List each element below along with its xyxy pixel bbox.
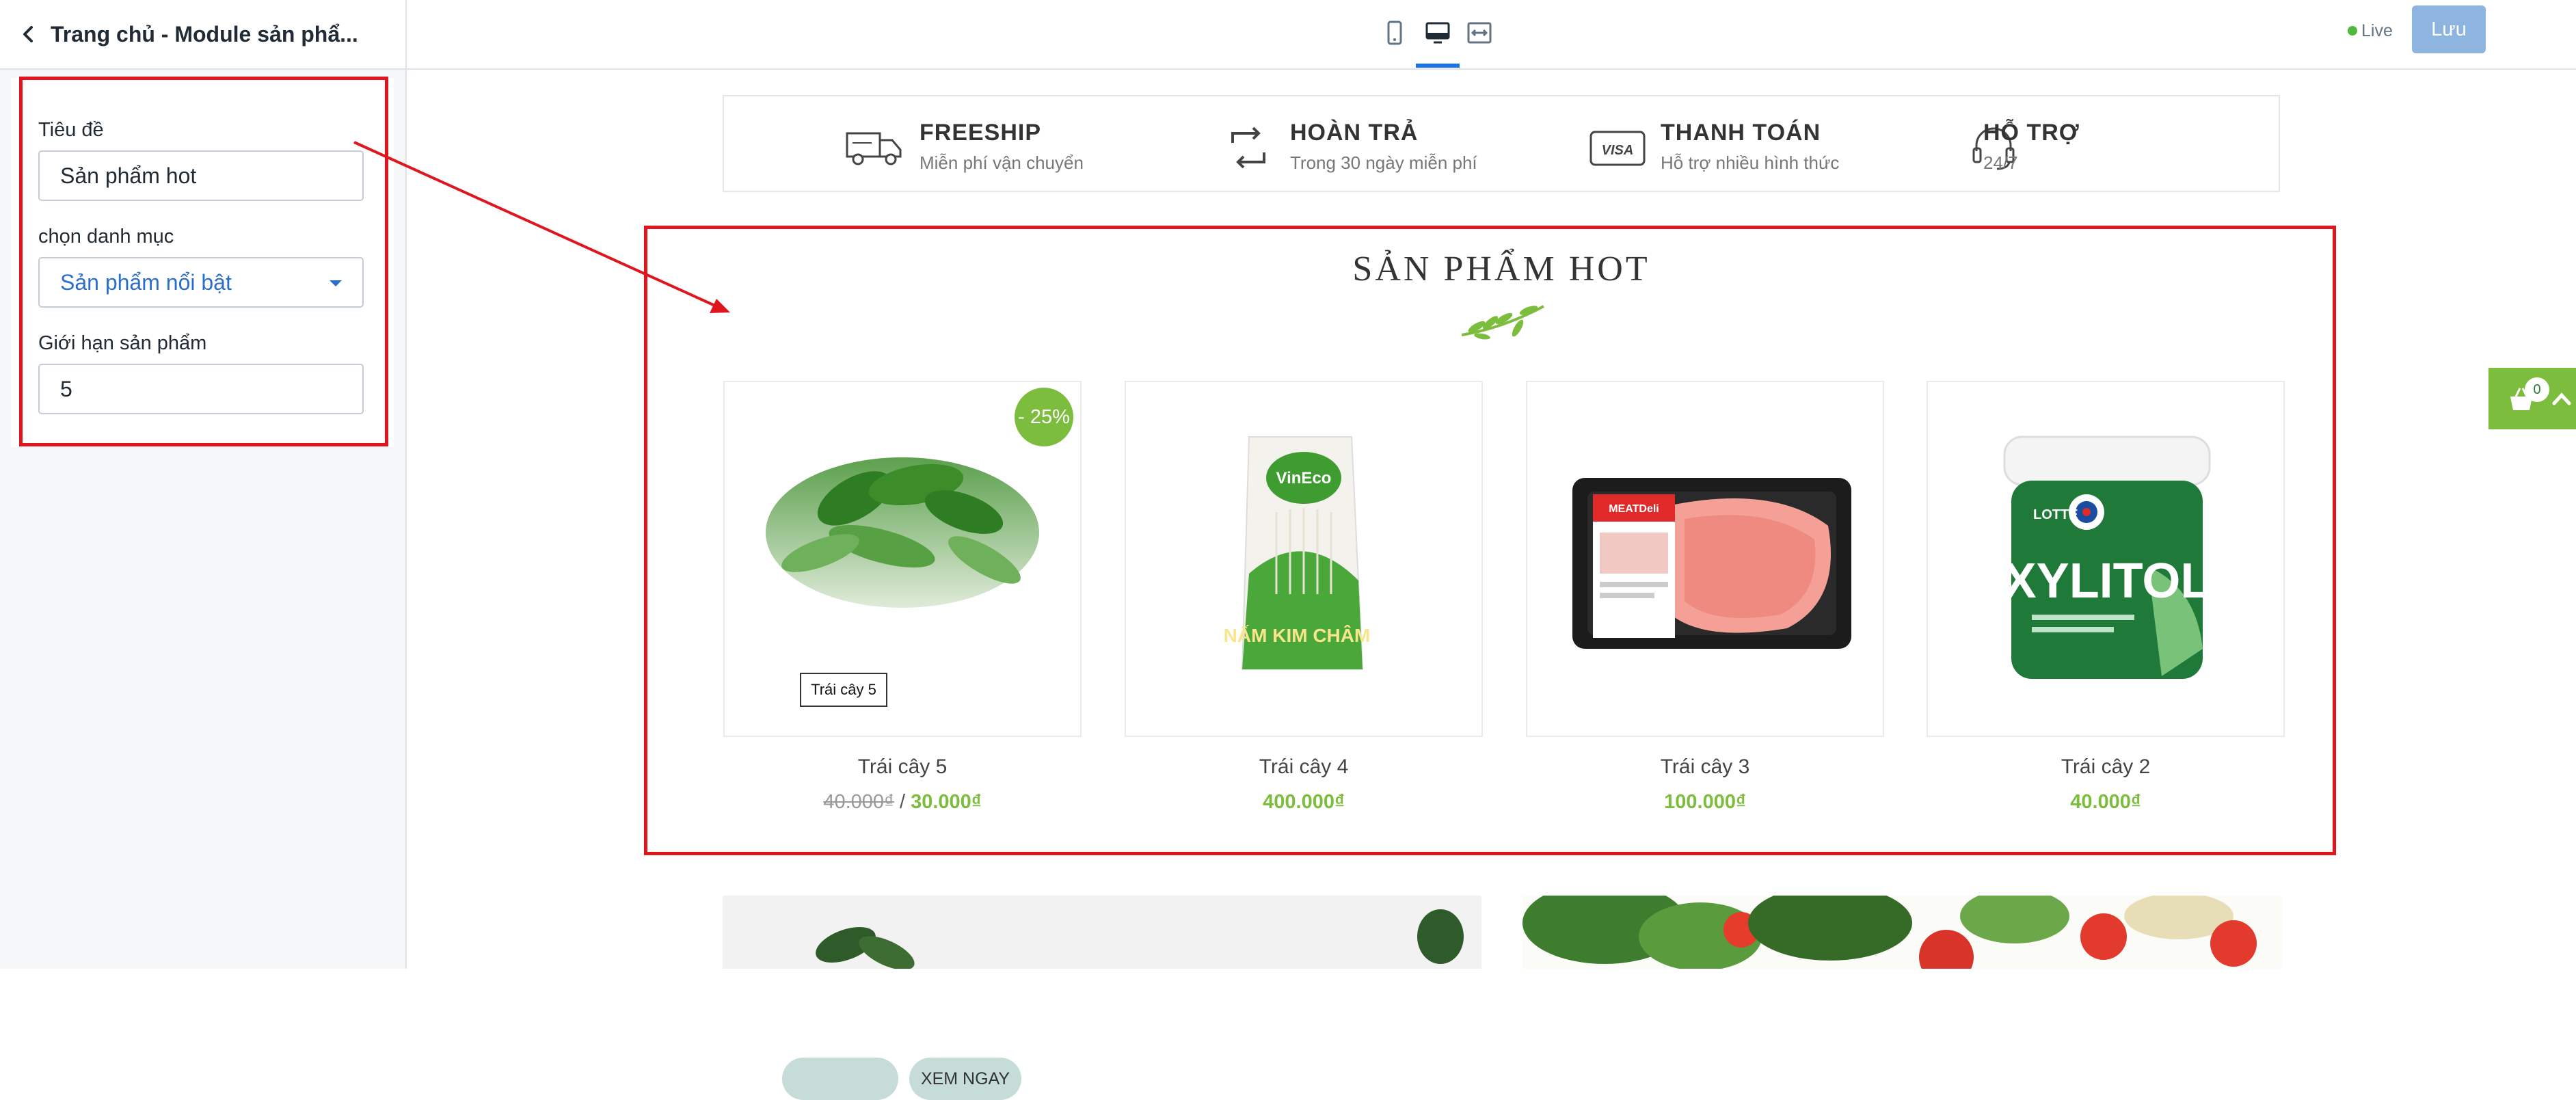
live-status-dot	[2348, 26, 2357, 36]
cart-count-badge: 0	[2525, 377, 2549, 402]
annotation-highlight-settings	[19, 77, 388, 446]
policy-subtitle: Miễn phí vận chuyển	[920, 152, 1084, 173]
promo-banner-left[interactable]	[723, 896, 1481, 969]
salad-vegetables-image	[1522, 896, 2257, 969]
promo-banner-right[interactable]	[1522, 896, 2281, 969]
policy-subtitle: Trong 30 ngày miễn phí	[1290, 152, 1477, 173]
visa-card-icon: VISA	[1589, 131, 1646, 166]
fullwidth-icon[interactable]	[1464, 18, 1494, 48]
visa-card-text: VISA	[1602, 143, 1634, 158]
quick-view-pill[interactable]	[782, 1058, 898, 1100]
spinach-leaves-image	[816, 909, 1464, 969]
policy-title: HOÀN TRẢ	[1290, 120, 1419, 146]
policy-title: THANH TOÁN	[1661, 120, 1821, 146]
desktop-icon[interactable]	[1423, 18, 1453, 48]
active-device-indicator	[1416, 64, 1460, 68]
sidebar-header: Trang chủ - Module sản phẩ...	[0, 0, 405, 70]
policy-subtitle: 24/7	[1983, 152, 2018, 173]
mobile-icon[interactable]	[1380, 18, 1410, 48]
save-button[interactable]: Lưu	[2412, 5, 2486, 53]
view-now-button[interactable]: XEM NGAY	[909, 1058, 1021, 1100]
return-icon	[1231, 126, 1265, 169]
policy-title: HỖ TRỢ	[1983, 120, 2080, 146]
policy-subtitle: Hỗ trợ nhiều hình thức	[1661, 152, 1840, 173]
truck-icon	[846, 132, 902, 165]
policy-bar: FREESHIP Miễn phí vận chuyển HOÀN TRẢ Tr…	[723, 95, 2280, 192]
live-status-label: Live	[2361, 21, 2393, 40]
policy-title: FREESHIP	[920, 120, 1042, 146]
sidebar-title: Trang chủ - Module sản phẩ...	[51, 22, 358, 46]
chevron-up-icon	[2552, 392, 2571, 405]
annotation-highlight-preview	[644, 226, 2336, 855]
chevron-left-icon[interactable]	[14, 19, 44, 49]
